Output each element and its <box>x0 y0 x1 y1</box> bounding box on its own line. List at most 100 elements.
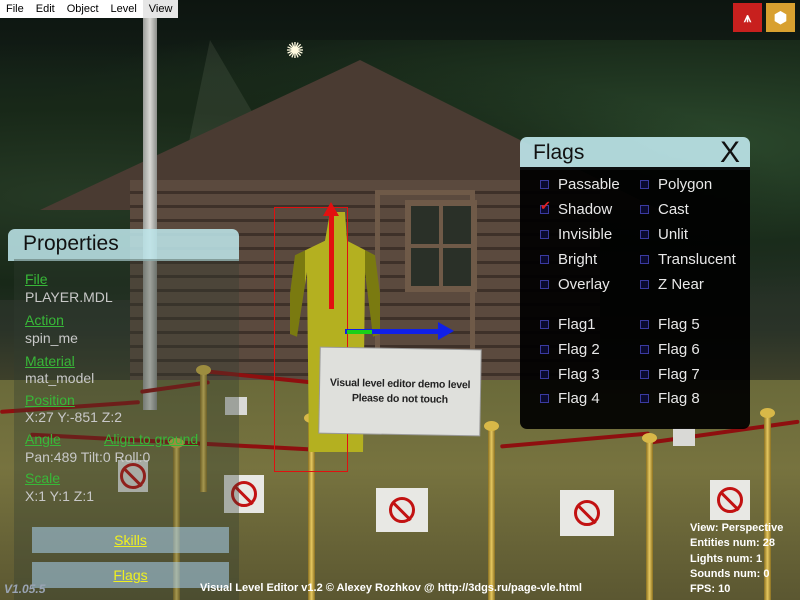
position-value: X:27 Y:-851 Z:2 <box>25 409 123 425</box>
scale-label[interactable]: Scale <box>25 470 60 486</box>
flag-label: Flag 3 <box>558 365 600 383</box>
flag-right-4[interactable]: Z Near <box>640 274 704 294</box>
close-icon[interactable]: X <box>716 137 744 169</box>
flag-checkbox[interactable] <box>540 198 551 214</box>
no-touch-sign-icon[interactable] <box>560 490 614 536</box>
properties-title-bar[interactable]: Properties <box>8 229 239 261</box>
flag-label: Cast <box>658 200 689 218</box>
flags-title-bar[interactable]: Flags X <box>520 137 750 170</box>
flag-label: Passable <box>558 175 620 193</box>
flags-body: Passable Shadow Invisible Bright Overlay Flag… <box>520 167 750 429</box>
version-label: V1.05.5 <box>4 582 46 596</box>
flag-left-0[interactable]: Passable <box>540 174 620 194</box>
flag-label: Invisible <box>558 225 613 243</box>
flag-checkbox[interactable] <box>640 344 649 354</box>
crate[interactable] <box>673 428 695 446</box>
menu-level[interactable]: Level <box>105 0 143 18</box>
flag-checkbox[interactable] <box>640 393 649 403</box>
flag-checkbox[interactable] <box>640 319 649 329</box>
flag-label: Flag 2 <box>558 340 600 358</box>
flags-title: Flags <box>533 141 585 164</box>
menu-bar: File Edit Object Level View <box>0 0 179 18</box>
flag-right-8[interactable]: Flag 8 <box>640 388 700 408</box>
menu-file[interactable]: File <box>0 0 30 18</box>
flag-checkbox[interactable] <box>540 369 549 379</box>
flag-label: Unlit <box>658 225 689 243</box>
viewport-stats: View: Perspective Entities num: 28 Light… <box>690 521 783 597</box>
flag-left-6[interactable]: Flag 2 <box>540 339 600 359</box>
flag-left-8[interactable]: Flag 4 <box>540 388 600 408</box>
material-label[interactable]: Material <box>25 353 75 369</box>
lights-count: Lights num: 1 <box>690 552 763 565</box>
position-label[interactable]: Position <box>25 392 75 408</box>
action-label[interactable]: Action <box>25 312 64 328</box>
file-value: PLAYER.MDL <box>25 289 113 305</box>
sounds-count: Sounds num: 0 <box>690 567 770 580</box>
skills-button[interactable]: Skills <box>32 527 229 553</box>
toolbar-icons: ⩚ ⬢ <box>733 3 795 32</box>
package-icon[interactable]: ⬢ <box>766 3 795 32</box>
flag-label: Flag 7 <box>658 365 700 383</box>
flag-checkbox[interactable] <box>540 254 549 264</box>
flag-checkbox[interactable] <box>640 179 649 189</box>
flag-checkbox[interactable] <box>640 279 649 289</box>
menu-edit[interactable]: Edit <box>30 0 61 18</box>
flag-left-4[interactable]: Overlay <box>540 274 610 294</box>
flag-label: Z Near <box>658 275 704 293</box>
flag-checkbox[interactable] <box>540 229 549 239</box>
properties-title: Properties <box>23 232 119 255</box>
flag-right-6[interactable]: Flag 6 <box>640 339 700 359</box>
no-touch-sign-icon[interactable] <box>376 488 428 532</box>
flag-left-1[interactable]: Shadow <box>540 198 613 219</box>
flag-right-0[interactable]: Polygon <box>640 174 712 194</box>
credit-text: Visual Level Editor v1.2 © Alexey Rozhko… <box>200 582 582 594</box>
entities-count: Entities num: 28 <box>690 537 775 550</box>
sign-line-2: Please do not touch <box>351 391 448 406</box>
material-value: mat_model <box>25 370 95 386</box>
flag-checkbox[interactable] <box>640 229 649 239</box>
flag-label: Flag1 <box>558 315 596 333</box>
flag-checkbox[interactable] <box>540 344 549 354</box>
flag-label: Flag 6 <box>658 340 700 358</box>
flag-label: Flag 8 <box>658 389 700 407</box>
flag-right-2[interactable]: Unlit <box>640 224 688 244</box>
cabin-window <box>405 200 477 292</box>
align-to-ground-link[interactable]: Align to ground <box>104 431 198 447</box>
fps-counter: FPS: 10 <box>690 583 731 596</box>
flags-panel: Flags X Passable Shadow Invisible Bright Ove… <box>520 137 750 429</box>
barrier-post[interactable] <box>642 433 657 600</box>
flag-label: Polygon <box>658 175 713 193</box>
flag-checkbox[interactable] <box>640 204 649 214</box>
flag-right-1[interactable]: Cast <box>640 199 689 219</box>
flag-left-5[interactable]: Flag1 <box>540 314 596 334</box>
sign-line-1: Visual level editor demo level <box>329 376 471 391</box>
flag-checkbox[interactable] <box>540 393 549 403</box>
angle-label[interactable]: Angle <box>25 431 61 447</box>
demo-level-sign: Visual level editor demo level Please do… <box>319 347 481 436</box>
gizmo-z-axis-arrow[interactable] <box>347 330 372 334</box>
flag-label: Shadow <box>558 200 613 218</box>
menu-view[interactable]: View <box>142 0 179 18</box>
flag-label: Translucent <box>658 250 736 268</box>
atari-icon[interactable]: ⩚ <box>733 3 762 32</box>
flag-checkbox[interactable] <box>640 254 649 264</box>
flag-left-3[interactable]: Bright <box>540 249 597 269</box>
action-value: spin_me <box>25 330 78 346</box>
flag-checkbox[interactable] <box>540 179 549 189</box>
scale-value: X:1 Y:1 Z:1 <box>25 488 95 504</box>
barrier-post[interactable] <box>484 421 499 600</box>
flag-checkbox[interactable] <box>540 279 549 289</box>
flag-label: Flag 5 <box>658 315 700 333</box>
flag-left-2[interactable]: Invisible <box>540 224 612 244</box>
lamp-bulb-icon[interactable]: ✺ <box>282 38 308 64</box>
flag-right-3[interactable]: Translucent <box>640 249 736 269</box>
flag-right-7[interactable]: Flag 7 <box>640 364 700 384</box>
flag-left-7[interactable]: Flag 3 <box>540 364 600 384</box>
file-label[interactable]: File <box>25 271 48 287</box>
menu-object[interactable]: Object <box>61 0 105 18</box>
no-touch-sign-icon[interactable] <box>710 480 750 520</box>
gizmo-y-axis-arrow[interactable] <box>323 202 339 309</box>
flag-checkbox[interactable] <box>540 319 549 329</box>
flag-checkbox[interactable] <box>640 369 649 379</box>
flag-right-5[interactable]: Flag 5 <box>640 314 700 334</box>
